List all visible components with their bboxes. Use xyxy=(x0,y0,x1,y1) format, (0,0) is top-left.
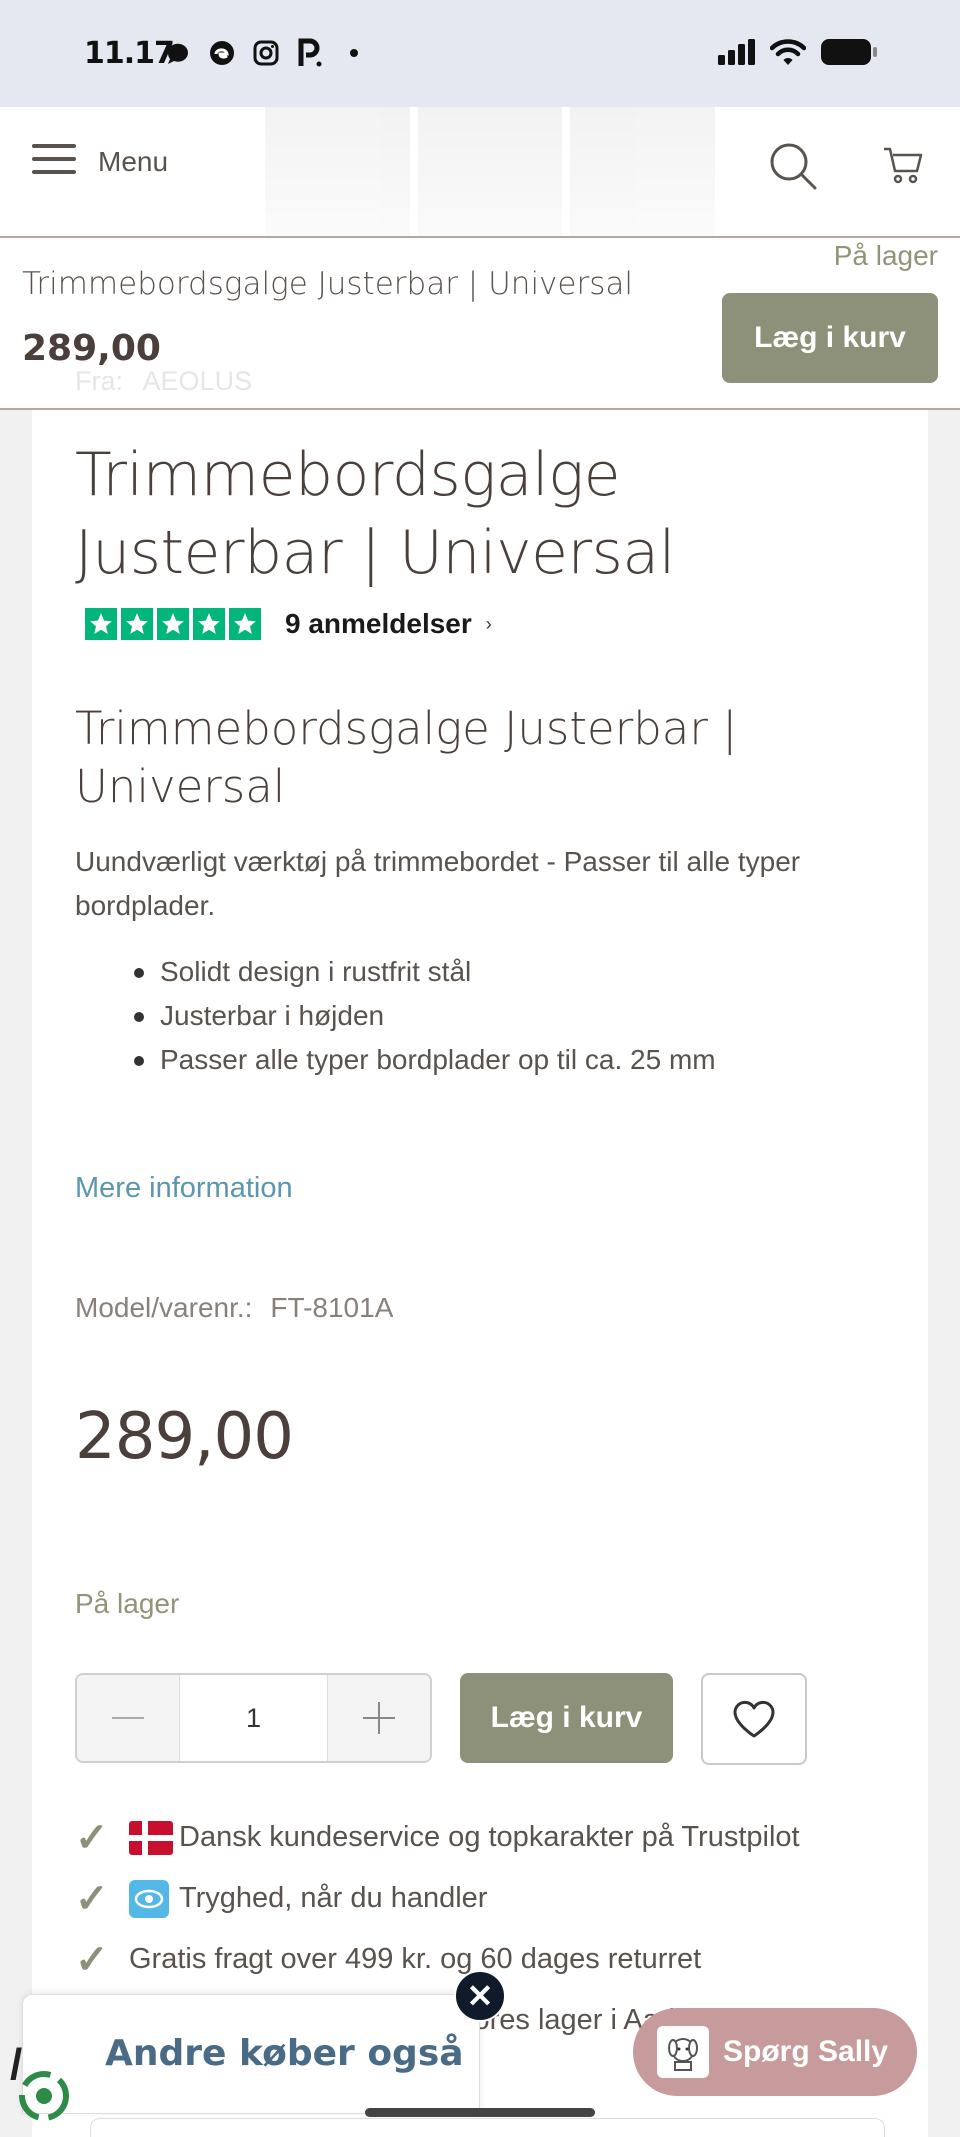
list-item: Solidt design i rustfrit stål xyxy=(134,950,716,994)
reviews-count-link[interactable]: 9 anmeldelser xyxy=(285,608,472,640)
status-time: 11.17 xyxy=(84,36,175,71)
battery-icon xyxy=(820,38,878,71)
plus-icon xyxy=(363,1702,395,1734)
checkmark-icon: ✓ xyxy=(75,1815,109,1860)
sticky-product-title: Trimmebordsgalge Justerbar | Universal xyxy=(22,266,633,302)
menu-button[interactable]: Menu xyxy=(32,142,168,181)
wishlist-button[interactable] xyxy=(701,1673,807,1765)
header-background-image xyxy=(265,107,716,237)
sticky-stock-status: På lager xyxy=(833,240,938,271)
star-icon xyxy=(193,608,225,640)
dog-avatar-icon xyxy=(657,2026,709,2078)
stock-status: På lager xyxy=(75,1588,180,1619)
cart-button[interactable] xyxy=(882,145,924,187)
product-card: Trimmebordsgalge Justerbar | Universal 9… xyxy=(32,410,928,2137)
list-item: ✓ Tryghed, når du handler xyxy=(75,1868,800,1929)
minus-icon xyxy=(112,1717,144,1719)
instagram-icon xyxy=(251,38,281,68)
also-bought-label: Andre køber også xyxy=(105,2033,464,2074)
home-indicator xyxy=(365,2108,595,2117)
signal-icon xyxy=(718,39,756,70)
model-label: Model/varenr.: xyxy=(75,1292,253,1323)
status-icons-left xyxy=(163,38,369,68)
chevron-icon: › xyxy=(485,613,492,634)
model-number: Model/varenr.: FT-8101A xyxy=(75,1292,393,1324)
decrease-quantity-button[interactable] xyxy=(77,1675,179,1761)
checkmark-icon: ✓ xyxy=(75,1876,109,1921)
usp-text: Gratis fragt over 499 kr. og 60 dages re… xyxy=(129,1943,702,1975)
p-icon xyxy=(295,38,325,68)
feature-list: Solidt design i rustfrit stål Justerbar … xyxy=(134,950,716,1082)
checkmark-icon: ✓ xyxy=(75,1937,109,1982)
quantity-stepper: 1 xyxy=(75,1673,432,1763)
e-maerket-icon xyxy=(129,1879,169,1918)
list-item: ✓ Gratis fragt over 499 kr. og 60 dages … xyxy=(75,1929,800,1990)
ask-sally-label: Spørg Sally xyxy=(723,2035,889,2068)
trustpilot-rating[interactable]: 9 anmeldelser › xyxy=(85,608,492,640)
close-popup-button[interactable]: ✕ xyxy=(454,1970,506,2022)
product-title: Trimmebordsgalge Justerbar | Universal xyxy=(75,440,675,588)
menu-label: Menu xyxy=(98,145,169,177)
from-label: Fra: xyxy=(75,366,124,396)
bottom-panel-edge xyxy=(90,2118,885,2137)
usp-text: Dansk kundeservice og topkarakter på Tru… xyxy=(179,1821,800,1853)
search-icon xyxy=(768,143,818,195)
star-icon xyxy=(121,608,153,640)
threads-icon xyxy=(163,38,193,68)
sticky-add-to-cart-bar: Trimmebordsgalge Justerbar | Universal 2… xyxy=(0,236,960,410)
star-icon xyxy=(85,608,117,640)
site-header: Menu xyxy=(0,107,960,237)
dot-icon xyxy=(339,38,369,68)
brand-name: AEOLUS xyxy=(142,366,253,396)
search-button[interactable] xyxy=(768,141,818,191)
recycle-icon xyxy=(14,2066,74,2126)
star-icon xyxy=(157,608,189,640)
list-item: ✓ Dansk kundeservice og topkarakter på T… xyxy=(75,1807,800,1868)
cart-icon xyxy=(882,147,924,191)
model-value: FT-8101A xyxy=(270,1292,394,1323)
ask-sally-chat-button[interactable]: Spørg Sally xyxy=(633,2008,917,2096)
more-information-link[interactable]: Mere information xyxy=(75,1172,293,1205)
status-icons-right xyxy=(718,38,878,71)
list-item: Justerbar i højden xyxy=(134,994,716,1038)
usp-text: Tryghed, når du handler xyxy=(179,1882,488,1914)
product-subtitle: Trimmebordsgalge Justerbar | Universal xyxy=(75,702,738,813)
wifi-icon xyxy=(769,38,807,71)
hamburger-icon xyxy=(32,142,76,181)
edge-icon xyxy=(207,38,237,68)
status-bar: 11.17 xyxy=(0,0,960,107)
add-to-cart-button[interactable]: Læg i kurv xyxy=(460,1673,673,1763)
star-icon xyxy=(229,608,261,640)
heart-icon xyxy=(733,1700,775,1738)
danish-flag-icon xyxy=(129,1820,173,1855)
also-bought-panel[interactable]: Andre køber også xyxy=(22,1994,480,2114)
sticky-add-to-cart-button[interactable]: Læg i kurv xyxy=(722,293,938,383)
increase-quantity-button[interactable] xyxy=(328,1675,430,1761)
product-price: 289,00 xyxy=(75,1400,294,1474)
list-item: Passer alle typer bordplader op til ca. … xyxy=(134,1038,716,1082)
sticky-price: 289,00 xyxy=(22,328,161,369)
sticky-brand-line: Fra: AEOLUS xyxy=(75,366,252,397)
product-description: Uundværligt værktøj på trimmebordet - Pa… xyxy=(75,846,801,921)
quantity-input[interactable]: 1 xyxy=(179,1675,328,1761)
